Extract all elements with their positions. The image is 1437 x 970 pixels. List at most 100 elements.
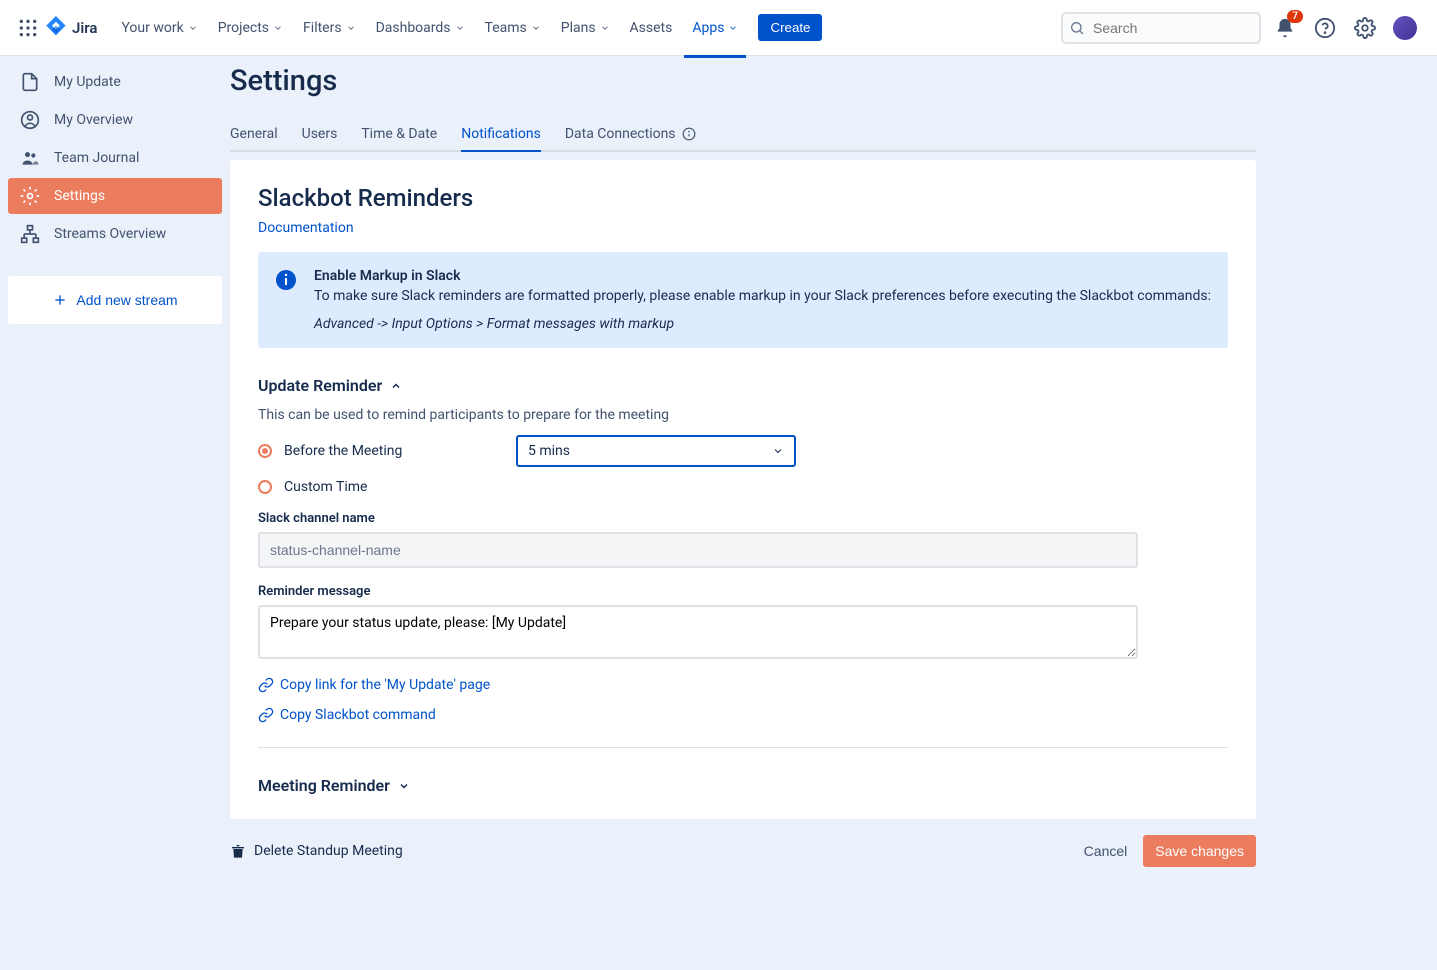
footer: Delete Standup Meeting Cancel Save chang… xyxy=(230,819,1256,883)
jira-logo-icon xyxy=(44,16,68,40)
add-stream-button[interactable]: Add new stream xyxy=(8,276,222,324)
sitemap-icon xyxy=(20,224,40,244)
radio-custom-label[interactable]: Custom Time xyxy=(284,479,504,495)
sidebar-item-label: My Update xyxy=(54,74,121,90)
sidebar-item-label: Streams Overview xyxy=(54,226,166,242)
chevron-down-icon xyxy=(531,23,541,33)
nav-items: Your work Projects Filters Dashboards Teams P… xyxy=(113,16,746,40)
nav-item-teams[interactable]: Teams xyxy=(477,16,549,40)
update-reminder-title: Update Reminder xyxy=(258,376,382,395)
tab-time-date[interactable]: Time & Date xyxy=(361,118,437,150)
sidebar: My Update My Overview Team Journal Settings… xyxy=(0,56,230,970)
update-reminder-header[interactable]: Update Reminder xyxy=(258,376,1228,395)
tab-label: Data Connections xyxy=(565,126,676,142)
info-title: Enable Markup in Slack xyxy=(314,268,1212,284)
sidebar-item-my-update[interactable]: My Update xyxy=(8,64,222,100)
link-icon xyxy=(258,707,274,723)
nav-item-assets[interactable]: Assets xyxy=(622,16,681,40)
tab-general[interactable]: General xyxy=(230,118,278,150)
nav-item-label: Projects xyxy=(218,20,269,36)
delete-meeting-button[interactable]: Delete Standup Meeting xyxy=(230,843,403,859)
channel-label: Slack channel name xyxy=(258,511,1228,526)
nav-item-dashboards[interactable]: Dashboards xyxy=(368,16,473,40)
tab-label: Notifications xyxy=(461,126,541,142)
jira-logo[interactable]: Jira xyxy=(44,16,97,40)
notifications-panel: Slackbot Reminders Documentation Enable … xyxy=(230,160,1256,819)
app-switcher-icon[interactable] xyxy=(16,16,40,40)
notification-badge: 7 xyxy=(1287,10,1303,23)
document-icon xyxy=(20,72,40,92)
chevron-down-icon xyxy=(188,23,198,33)
users-icon xyxy=(20,148,40,168)
chevron-down-icon xyxy=(346,23,356,33)
nav-item-label: Dashboards xyxy=(376,20,451,36)
cancel-button[interactable]: Cancel xyxy=(1084,843,1128,859)
trash-icon xyxy=(230,843,246,859)
nav-item-label: Plans xyxy=(561,20,596,36)
info-text: To make sure Slack reminders are formatt… xyxy=(314,288,1212,304)
avatar-icon xyxy=(1393,16,1417,40)
top-navigation: Jira Your work Projects Filters Dashboards T… xyxy=(0,0,1437,56)
help-button[interactable] xyxy=(1309,12,1341,44)
tab-users[interactable]: Users xyxy=(302,118,338,150)
documentation-link[interactable]: Documentation xyxy=(258,220,354,236)
chevron-down-icon xyxy=(455,23,465,33)
nav-item-projects[interactable]: Projects xyxy=(210,16,291,40)
nav-item-apps[interactable]: Apps xyxy=(684,16,746,40)
meeting-reminder-header[interactable]: Meeting Reminder xyxy=(258,776,1228,795)
message-textarea[interactable] xyxy=(258,605,1138,659)
tab-notifications[interactable]: Notifications xyxy=(461,118,541,150)
chevron-up-icon xyxy=(390,380,402,392)
nav-item-label: Apps xyxy=(692,20,724,36)
nav-item-plans[interactable]: Plans xyxy=(553,16,618,40)
sidebar-item-my-overview[interactable]: My Overview xyxy=(8,102,222,138)
message-label: Reminder message xyxy=(258,584,1228,599)
radio-before-meeting[interactable] xyxy=(258,444,272,458)
sidebar-item-label: My Overview xyxy=(54,112,133,128)
nav-item-label: Assets xyxy=(630,20,673,36)
search-wrap xyxy=(1061,12,1261,44)
chevron-down-icon xyxy=(600,23,610,33)
profile-button[interactable] xyxy=(1389,12,1421,44)
create-button[interactable]: Create xyxy=(758,14,822,41)
time-select-value: 5 mins xyxy=(528,443,570,459)
radio-before-label[interactable]: Before the Meeting xyxy=(284,443,504,459)
nav-item-your-work[interactable]: Your work xyxy=(113,16,205,40)
jira-logo-text: Jira xyxy=(72,19,97,37)
info-path: Advanced -> Input Options > Format messa… xyxy=(314,316,1212,332)
time-select[interactable]: 5 mins xyxy=(516,435,796,467)
gear-icon xyxy=(1354,17,1376,39)
tab-label: Users xyxy=(302,126,338,142)
content: Settings General Users Time & Date Notifica… xyxy=(230,56,1280,970)
info-icon xyxy=(274,268,298,292)
tab-data-connections[interactable]: Data Connections xyxy=(565,118,696,150)
sidebar-item-label: Team Journal xyxy=(54,150,139,166)
notifications-button[interactable]: 7 xyxy=(1269,12,1301,44)
divider xyxy=(258,747,1228,748)
update-reminder-desc: This can be used to remind participants … xyxy=(258,407,1228,423)
sidebar-items: My Update My Overview Team Journal Settings… xyxy=(8,64,222,252)
sidebar-item-settings[interactable]: Settings xyxy=(8,178,222,214)
info-icon xyxy=(682,127,696,141)
channel-input[interactable] xyxy=(258,532,1138,568)
nav-item-filters[interactable]: Filters xyxy=(295,16,364,40)
chevron-down-icon xyxy=(273,23,283,33)
sidebar-item-team-journal[interactable]: Team Journal xyxy=(8,140,222,176)
copy-slackbot-link[interactable]: Copy Slackbot command xyxy=(258,707,1228,723)
save-button[interactable]: Save changes xyxy=(1143,835,1256,867)
link-icon xyxy=(258,677,274,693)
copy-my-update-link[interactable]: Copy link for the 'My Update' page xyxy=(258,677,1228,693)
tab-label: Time & Date xyxy=(361,126,437,142)
nav-item-label: Filters xyxy=(303,20,342,36)
gear-icon xyxy=(20,186,40,206)
nav-item-label: Teams xyxy=(485,20,527,36)
search-input[interactable] xyxy=(1061,12,1261,44)
settings-button[interactable] xyxy=(1349,12,1381,44)
plus-icon xyxy=(52,292,68,308)
sidebar-item-streams-overview[interactable]: Streams Overview xyxy=(8,216,222,252)
page-title: Settings xyxy=(230,64,1256,98)
meeting-reminder-title: Meeting Reminder xyxy=(258,776,390,795)
search-icon xyxy=(1069,20,1085,36)
help-icon xyxy=(1314,17,1336,39)
radio-custom-time[interactable] xyxy=(258,480,272,494)
